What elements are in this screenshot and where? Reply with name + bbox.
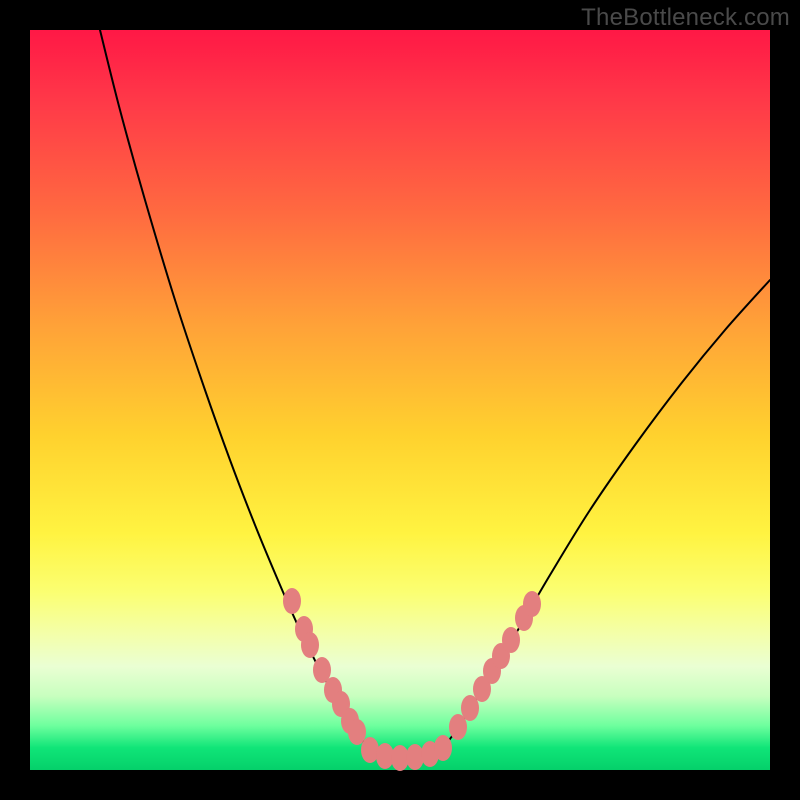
chart-frame: TheBottleneck.com xyxy=(0,0,800,800)
watermark-text: TheBottleneck.com xyxy=(581,4,790,32)
curve-marker xyxy=(434,735,452,761)
plot-area xyxy=(30,30,770,770)
curve-marker xyxy=(301,632,319,658)
curve-marker xyxy=(502,627,520,653)
curve-marker xyxy=(523,591,541,617)
chart-svg xyxy=(30,30,770,770)
marker-group xyxy=(283,588,541,771)
curve-marker xyxy=(348,719,366,745)
curve-marker xyxy=(283,588,301,614)
bottleneck-curve xyxy=(100,30,770,758)
